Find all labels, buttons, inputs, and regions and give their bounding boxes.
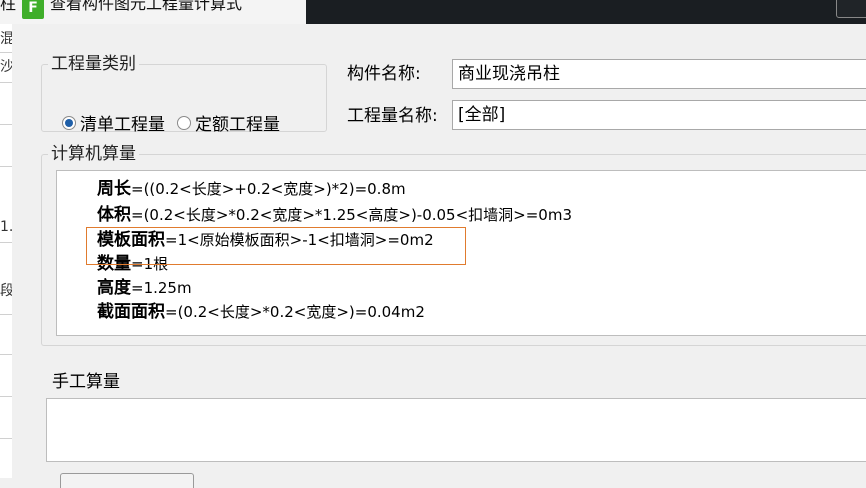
radio-checked-icon[interactable] (62, 115, 76, 130)
calc-item-name: 截面面积 (97, 302, 165, 322)
background-row-divider (0, 438, 12, 439)
calc-item-name: 高度 (97, 278, 131, 298)
annotation-highlight-box (86, 227, 466, 265)
background-row-divider (0, 166, 12, 167)
radio-quota-quantity[interactable]: 定额工程量 (177, 110, 280, 135)
bottom-button-partial[interactable] (60, 473, 194, 488)
calc-formula: =(0.2<长度>*0.2<宽度>)=0.04m2 (165, 303, 425, 321)
calc-formula: =(0.2<长度>*0.2<宽度>*1.25<高度>)-0.05<扣墙洞>=0m… (131, 206, 573, 224)
manual-calc-input[interactable] (46, 398, 866, 462)
background-row-divider (0, 354, 12, 355)
quantity-type-legend: 工程量类别 (51, 54, 136, 74)
app-icon: F (22, 0, 44, 19)
background-text-fragment: 混 (0, 31, 12, 47)
background-row-divider (0, 82, 12, 83)
calc-line-height: 高度=1.25m (97, 277, 192, 300)
calc-line-section-area: 截面面积=(0.2<长度>*0.2<宽度>)=0.04m2 (97, 301, 425, 324)
background-text-fragment: 段 (0, 283, 12, 299)
radio-bill-quantity[interactable]: 清单工程量 (62, 110, 165, 135)
quantity-name-select[interactable]: [全部] (452, 100, 866, 130)
background-text-fragment: 沙 (0, 59, 12, 75)
background-row-divider (0, 314, 12, 315)
calc-line-volume: 体积=(0.2<长度>*0.2<宽度>*1.25<高度>)-0.05<扣墙洞>=… (97, 204, 572, 227)
calc-item-name: 体积 (97, 205, 131, 225)
background-row-divider (0, 52, 12, 53)
background-row-divider (0, 396, 12, 397)
background-title-fragment: 柱 (0, 0, 17, 13)
background-text-fragment: 1. (0, 219, 12, 235)
calc-item-name: 周长 (97, 179, 131, 199)
quantity-type-group: 工程量类别 清单工程量 定额工程量 (41, 54, 327, 135)
quantity-name-label: 工程量名称: (347, 106, 438, 126)
component-name-field[interactable]: 商业现浇吊柱 (452, 59, 866, 89)
background-window-dark-area (306, 0, 866, 24)
component-name-label: 构件名称: (347, 64, 421, 84)
radio-unchecked-icon[interactable] (177, 115, 191, 130)
background-row-divider (0, 124, 12, 125)
manual-calc-legend: 手工算量 (52, 372, 120, 392)
calc-formula: =1.25m (131, 279, 192, 297)
title-bar: 柱 F 查看构件图元工程量计算式 (0, 0, 866, 24)
calc-formula-dialog: 工程量类别 清单工程量 定额工程量 构件名称: 商业现浇吊柱 工程量名称: [全… (12, 24, 866, 488)
background-row-divider (0, 242, 12, 243)
calc-line-perimeter: 周长=((0.2<长度>+0.2<宽度>)*2)=0.8m (97, 178, 406, 201)
radio-label-quota-quantity: 定额工程量 (195, 115, 280, 135)
computer-calc-legend: 计算机算量 (51, 144, 136, 164)
background-window-button[interactable] (836, 0, 866, 18)
calc-formula: =((0.2<长度>+0.2<宽度>)*2)=0.8m (131, 180, 406, 198)
computer-calc-text-area[interactable]: 周长=((0.2<长度>+0.2<宽度>)*2)=0.8m 体积=(0.2<长度… (56, 170, 866, 336)
radio-label-bill-quantity: 清单工程量 (80, 115, 165, 135)
window-title: 查看构件图元工程量计算式 (50, 0, 243, 13)
